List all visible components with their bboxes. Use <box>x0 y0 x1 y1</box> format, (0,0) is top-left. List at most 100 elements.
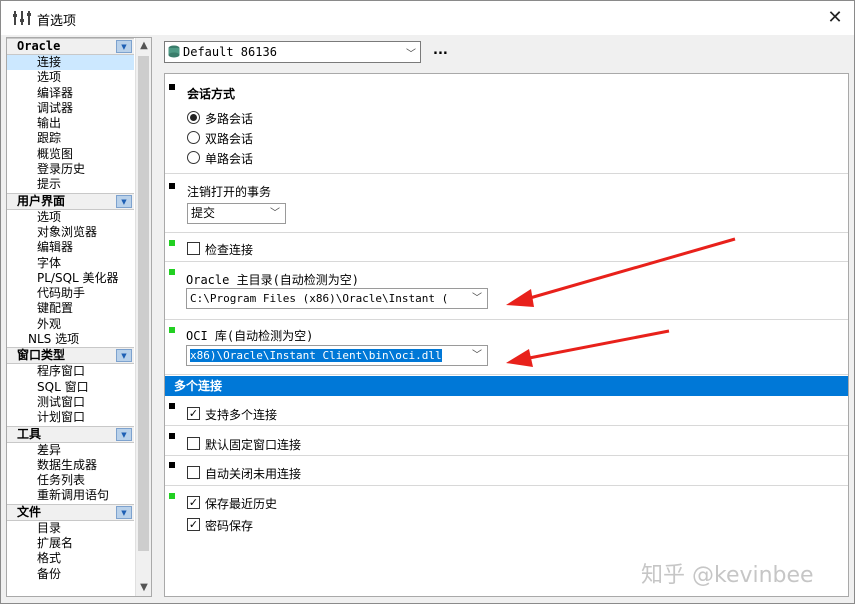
tree-category-label: 窗口类型 <box>17 348 66 363</box>
section-marker <box>169 493 175 499</box>
tree-scrollbar[interactable]: ▲ ▼ <box>135 38 151 596</box>
multi-connections-heading: 多个连接 <box>165 376 848 396</box>
tree-item[interactable]: 扩展名 <box>7 536 134 551</box>
profile-more-button[interactable]: ... <box>433 43 448 58</box>
tree-item[interactable]: 输出 <box>7 116 134 131</box>
tree-item[interactable]: 选项 <box>7 210 134 225</box>
oci-library-input[interactable]: x86)\Oracle\Instant Client\bin\oci.dll ﹀ <box>186 345 488 366</box>
chevron-down-icon: ﹀ <box>268 204 282 223</box>
tree-category[interactable]: 用户界面 ▼ <box>7 192 134 210</box>
tree-item[interactable]: 连接 <box>7 55 134 71</box>
preferences-window: 首选项 ✕ Oracle ▼ 连接 选项 编译器 调试器 输出 跟踪 概览图 登录历史 提示 用户界面… <box>0 0 855 604</box>
tree-category[interactable]: 文件 ▼ <box>7 503 134 521</box>
section-marker <box>169 269 175 275</box>
oracle-home-value: C:\Program Files (x86)\Oracle\Instant ( <box>190 292 449 305</box>
session-mode-section: 会话方式 多路会话 双路会话 单路会话 <box>165 74 848 174</box>
checkbox-label: 密码保存 <box>205 519 254 533</box>
profile-select[interactable]: Default 86136 ﹀ <box>164 41 421 63</box>
section-marker <box>169 240 175 246</box>
collapse-icon[interactable]: ▼ <box>116 40 132 53</box>
tree-category[interactable]: 窗口类型 ▼ <box>7 347 134 365</box>
collapse-icon[interactable]: ▼ <box>116 349 132 363</box>
title-bar: 首选项 ✕ <box>1 1 854 35</box>
tree-item[interactable]: 编译器 <box>7 86 134 101</box>
logoff-section: 注销打开的事务 提交 ﹀ <box>165 175 848 233</box>
collapse-icon[interactable]: ▼ <box>116 427 132 441</box>
section-marker <box>169 433 175 439</box>
scroll-up-icon[interactable]: ▲ <box>136 38 151 54</box>
tree-item[interactable]: 对象浏览器 <box>7 225 134 240</box>
oracle-home-label: Oracle 主目录(自动检测为空) <box>186 273 360 287</box>
tree-item[interactable]: NLS 选项 <box>7 332 134 347</box>
scroll-down-icon[interactable]: ▼ <box>136 580 151 596</box>
tree-item[interactable]: PL/SQL 美化器 <box>7 271 134 286</box>
history-section: ✓ 保存最近历史 ✓ 密码保存 <box>165 487 848 547</box>
save-password-checkbox[interactable]: ✓ <box>187 518 200 531</box>
chevron-down-icon: ﹀ <box>470 346 484 365</box>
chevron-down-icon: ﹀ <box>470 289 484 308</box>
tree-category-label: 用户界面 <box>17 193 66 208</box>
tree-item[interactable]: 程序窗口 <box>7 364 134 379</box>
section-marker <box>169 403 175 409</box>
tree-item[interactable]: 选项 <box>7 70 134 85</box>
tree-item[interactable]: 计划窗口 <box>7 410 134 425</box>
oci-library-label: OCI 库(自动检测为空) <box>186 329 314 343</box>
tree-item[interactable]: 提示 <box>7 177 134 192</box>
close-button[interactable]: ✕ <box>819 3 851 33</box>
support-multi-checkbox[interactable]: ✓ <box>187 407 200 420</box>
radio-label: 双路会话 <box>205 132 254 146</box>
tree-category-label: 工具 <box>17 426 42 441</box>
tree-item[interactable]: 登录历史 <box>7 162 134 177</box>
logoff-select[interactable]: 提交 ﹀ <box>187 203 286 224</box>
preferences-icon <box>13 11 31 25</box>
default-fixed-window-checkbox[interactable] <box>187 437 200 450</box>
multi-option-section: 自动关闭未用连接 <box>165 457 848 486</box>
category-tree: Oracle ▼ 连接 选项 编译器 调试器 输出 跟踪 概览图 登录历史 提示 用户界面 ▼ 选项 对象浏… <box>6 37 152 597</box>
tree-item[interactable]: 概览图 <box>7 147 134 162</box>
oci-library-section: OCI 库(自动检测为空) x86)\Oracle\Instant Client… <box>165 321 848 375</box>
tree-item[interactable]: 编辑器 <box>7 240 134 255</box>
multi-option-section: ✓ 支持多个连接 <box>165 397 848 426</box>
tree-item[interactable]: 字体 <box>7 256 134 271</box>
check-connection-section: 检查连接 <box>165 234 848 262</box>
tree-item[interactable]: 测试窗口 <box>7 395 134 410</box>
scroll-thumb[interactable] <box>138 56 149 551</box>
radio-label: 多路会话 <box>205 112 254 126</box>
tree-item[interactable]: 目录 <box>7 521 134 536</box>
tree-item[interactable]: 数据生成器 <box>7 458 134 473</box>
tree-item[interactable]: 调试器 <box>7 101 134 116</box>
collapse-icon[interactable]: ▼ <box>116 194 132 208</box>
tree-category[interactable]: 工具 ▼ <box>7 425 134 443</box>
logoff-value: 提交 <box>191 206 216 220</box>
settings-panel: 会话方式 多路会话 双路会话 单路会话 注销打开的事务 提交 ﹀ 检查连接 Or… <box>164 73 849 597</box>
logoff-label: 注销打开的事务 <box>187 185 272 199</box>
tree-category-label: 文件 <box>17 504 42 519</box>
multi-option-section: 默认固定窗口连接 <box>165 427 848 456</box>
checkbox-label: 自动关闭未用连接 <box>205 467 302 481</box>
checkbox-label: 默认固定窗口连接 <box>205 438 302 452</box>
tree-item[interactable]: 重新调用语句 <box>7 488 134 503</box>
auto-close-unused-checkbox[interactable] <box>187 466 200 479</box>
tree-item[interactable]: 差异 <box>7 443 134 458</box>
window-title: 首选项 <box>37 14 77 29</box>
tree-item[interactable]: 格式 <box>7 551 134 566</box>
tree-item[interactable]: 外观 <box>7 317 134 332</box>
save-history-checkbox[interactable]: ✓ <box>187 496 200 509</box>
check-connection-checkbox[interactable] <box>187 242 200 255</box>
tree-item[interactable]: SQL 窗口 <box>7 380 134 395</box>
tree-item[interactable]: 代码助手 <box>7 286 134 301</box>
section-marker <box>169 327 175 333</box>
radio-dual-session[interactable] <box>187 131 200 144</box>
oracle-home-input[interactable]: C:\Program Files (x86)\Oracle\Instant ( … <box>186 288 488 309</box>
database-icon <box>168 45 180 58</box>
radio-single-session[interactable] <box>187 151 200 164</box>
section-marker <box>169 462 175 468</box>
collapse-icon[interactable]: ▼ <box>116 505 132 519</box>
watermark: 知乎 @kevinbee <box>641 563 814 588</box>
radio-multi-session[interactable] <box>187 111 200 124</box>
tree-item[interactable]: 任务列表 <box>7 473 134 488</box>
tree-item[interactable]: 键配置 <box>7 301 134 316</box>
tree-item[interactable]: 备份 <box>7 567 134 582</box>
tree-item[interactable]: 跟踪 <box>7 131 134 146</box>
tree-category[interactable]: Oracle ▼ <box>7 38 134 55</box>
